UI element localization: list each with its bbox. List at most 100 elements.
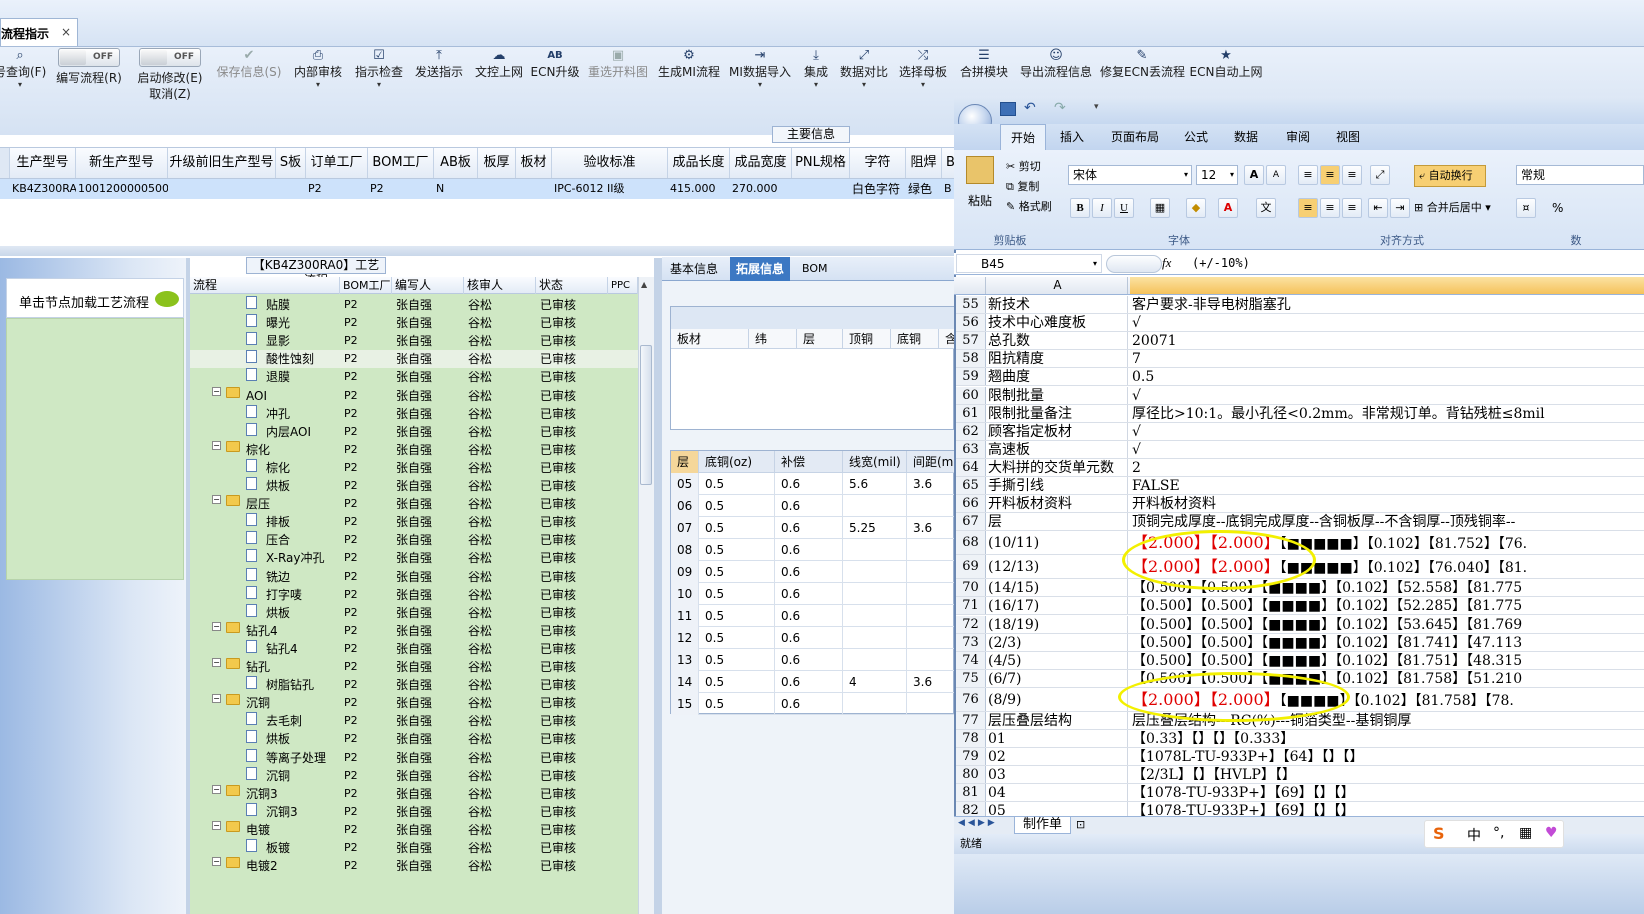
grid-cell[interactable]: 07 <box>671 517 699 539</box>
col-header[interactable]: 板材 <box>516 148 552 178</box>
cell-a[interactable]: 顾客指定板材 <box>988 422 1128 440</box>
shrink-font-button[interactable]: A <box>1266 165 1286 185</box>
grid-cell[interactable] <box>843 583 907 605</box>
grid-cell[interactable]: 06 <box>671 495 699 517</box>
grid-cell[interactable]: 0.5 <box>699 517 775 539</box>
doc-control-upload-button[interactable]: ☁ 文控上网 <box>472 48 526 80</box>
grid-cell[interactable]: 0.5 <box>699 605 775 627</box>
tree-row[interactable]: 树脂钻孔 P2 张自强 谷松 已审核 <box>190 676 638 694</box>
cell-b[interactable]: √ <box>1132 314 1644 331</box>
row-header[interactable]: 72 <box>956 615 986 633</box>
grid-cell[interactable]: 5.6 <box>843 473 907 495</box>
splitter[interactable] <box>654 258 662 914</box>
format-painter-button[interactable]: ✎ 格式刷 <box>1006 198 1052 214</box>
chevron-down-icon[interactable]: ▾ <box>290 80 346 94</box>
row-header[interactable]: 61 <box>956 404 986 422</box>
sheet-row[interactable]: 59 翘曲度 0.5 <box>956 368 1644 387</box>
grid-cell[interactable]: 10 <box>671 583 699 605</box>
sheet-row[interactable]: 61 限制批量备注 厚径比>10:1。最小孔径<0.2mm。非常规订单。背钻残桩≤8… <box>956 404 1644 423</box>
cell-b[interactable]: √ <box>1132 441 1644 458</box>
font-name-select[interactable]: 宋体 ▾ <box>1068 165 1192 185</box>
column-a-header[interactable]: A <box>988 277 1128 294</box>
send-instruction-button[interactable]: ⤒ 发送指示 <box>412 48 466 80</box>
font-size-select[interactable]: 12 ▾ <box>1196 165 1238 185</box>
save-icon[interactable] <box>1000 102 1016 116</box>
row-header[interactable]: 81 <box>956 784 986 802</box>
chevron-down-icon[interactable]: ▾ <box>838 80 890 94</box>
tree-row[interactable]: − 电镀2 P2 张自强 谷松 已审核 <box>190 857 638 875</box>
row-header[interactable]: 79 <box>956 748 986 766</box>
col-header[interactable]: 验收标准 <box>552 148 668 178</box>
row-header[interactable]: 74 <box>956 651 986 669</box>
row-header[interactable]: 65 <box>956 477 986 495</box>
cell-b[interactable]: 【0.500】【0.500】【■■■■】【0.102】【52.285】【81.7… <box>1132 597 1644 614</box>
cell-b[interactable]: √ <box>1132 387 1644 404</box>
col-header[interactable]: 线宽(mil) <box>843 451 907 473</box>
start-modify-toggle[interactable]: OFF 启动修改(E) 取消(Z) <box>134 48 206 102</box>
row-header[interactable]: 78 <box>956 730 986 748</box>
grid-cell[interactable]: 0.5 <box>699 539 775 561</box>
cell-a[interactable]: (8/9) <box>988 687 1128 711</box>
percent-icon[interactable]: % <box>1552 201 1563 215</box>
query-button[interactable]: ⌕ 号查询(F) ▾ <box>0 48 46 94</box>
sheet-row[interactable]: 57 总孔数 20071 <box>956 332 1644 351</box>
grid-cell[interactable] <box>843 495 907 517</box>
merge-center-button[interactable]: ⊞ 合并后居中 ▾ <box>1414 199 1491 217</box>
chevron-down-icon[interactable]: ▾ <box>798 80 834 94</box>
formula-splitter[interactable] <box>1106 255 1162 273</box>
tree-row[interactable]: 钻孔4 P2 张自强 谷松 已审核 <box>190 639 638 658</box>
cell-a[interactable]: 限制批量备注 <box>988 404 1128 422</box>
col-header[interactable]: 核审人 <box>464 277 536 294</box>
tree-row[interactable]: − 层压 P2 张自强 谷松 已审核 <box>190 495 638 513</box>
row-header[interactable]: 63 <box>956 440 986 458</box>
sheet-row[interactable]: 65 手撕引线 FALSE <box>956 477 1644 496</box>
cell-b[interactable]: 【0.33】【】【】【0.333】 <box>1132 730 1644 747</box>
ribbon-tab-formulas[interactable]: 公式 <box>1176 124 1216 150</box>
cell-b[interactable]: 【0.500】【0.500】【■■■■】【0.102】【81.751】【48.3… <box>1132 652 1644 669</box>
cell-b[interactable]: √ <box>1132 423 1644 440</box>
paste-button[interactable]: 粘贴 <box>968 192 992 209</box>
chevron-down-icon[interactable]: ▾ <box>728 80 792 94</box>
cell-b[interactable]: 2 <box>1132 459 1644 476</box>
grid-cell[interactable]: 0.6 <box>775 693 843 715</box>
tree-row[interactable]: − 钻孔4 P2 张自强 谷松 已审核 <box>190 621 638 640</box>
align-right-icon[interactable]: ≡ <box>1342 198 1362 218</box>
reselect-cutting-chart-button[interactable]: ▣ 重选开料图 <box>586 48 650 80</box>
wrap-text-button[interactable]: ⤶ 自动换行 <box>1414 165 1486 187</box>
cell-b[interactable]: 【1078L-TU-933P+】【64】【】【】 <box>1132 748 1644 765</box>
mi-data-import-button[interactable]: ⇥ MI数据导入 ▾ <box>728 48 792 94</box>
tree-row[interactable]: 排板 P2 张自强 谷松 已审核 <box>190 513 638 531</box>
grid-cell[interactable]: 0.5 <box>699 473 775 495</box>
cell-a[interactable]: 层 <box>988 513 1128 531</box>
cell-b[interactable]: 【0.500】【0.500】【■■■■】【0.102】【53.645】【81.7… <box>1132 616 1644 633</box>
cell-a[interactable]: 阻抗精度 <box>988 350 1128 368</box>
grid-cell[interactable]: 0.6 <box>775 605 843 627</box>
grid-cell[interactable] <box>907 693 955 715</box>
cell-a[interactable]: 大料拼的交货单元数 <box>988 458 1128 476</box>
row-header[interactable]: 75 <box>956 669 986 687</box>
font-color-icon[interactable]: A <box>1218 198 1238 218</box>
grid-cell[interactable]: 0.6 <box>775 561 843 583</box>
repair-ecn-lost-process-button[interactable]: ✎ 修复ECN丢流程 <box>1100 48 1185 80</box>
grid-cell[interactable]: 3.6 <box>907 473 955 495</box>
chevron-down-icon[interactable]: ▾ <box>0 80 46 94</box>
grid-cell[interactable] <box>907 649 955 671</box>
toggle-switch[interactable]: OFF <box>139 48 201 67</box>
row-header[interactable]: 69 <box>956 555 986 579</box>
tree-row[interactable]: 内层AOI P2 张自强 谷松 已审核 <box>190 422 638 441</box>
sheet-row[interactable]: 74 (4/5) 【0.500】【0.500】【■■■■】【0.102】【81.75… <box>956 651 1644 670</box>
row-header[interactable]: 57 <box>956 332 986 350</box>
grid-cell[interactable]: 0.6 <box>775 539 843 561</box>
cell-a[interactable]: 手撕引线 <box>988 477 1128 495</box>
row-header[interactable]: 73 <box>956 633 986 651</box>
tree-row[interactable]: 显影 P2 张自强 谷松 已审核 <box>190 332 638 350</box>
grid-cell[interactable]: 15 <box>671 693 699 715</box>
ribbon-tab-data[interactable]: 数据 <box>1226 124 1266 150</box>
col-header[interactable]: S板 <box>276 148 306 178</box>
table-row[interactable]: 12 0.5 0.6 <box>671 627 955 649</box>
row-header[interactable]: 60 <box>956 386 986 404</box>
sheet-row[interactable]: 64 大料拼的交货单元数 2 <box>956 458 1644 477</box>
grid-cell[interactable]: 11 <box>671 605 699 627</box>
save-info-button[interactable]: ✔ 保存信息(S) <box>214 48 284 80</box>
row-header[interactable]: 77 <box>956 711 986 729</box>
